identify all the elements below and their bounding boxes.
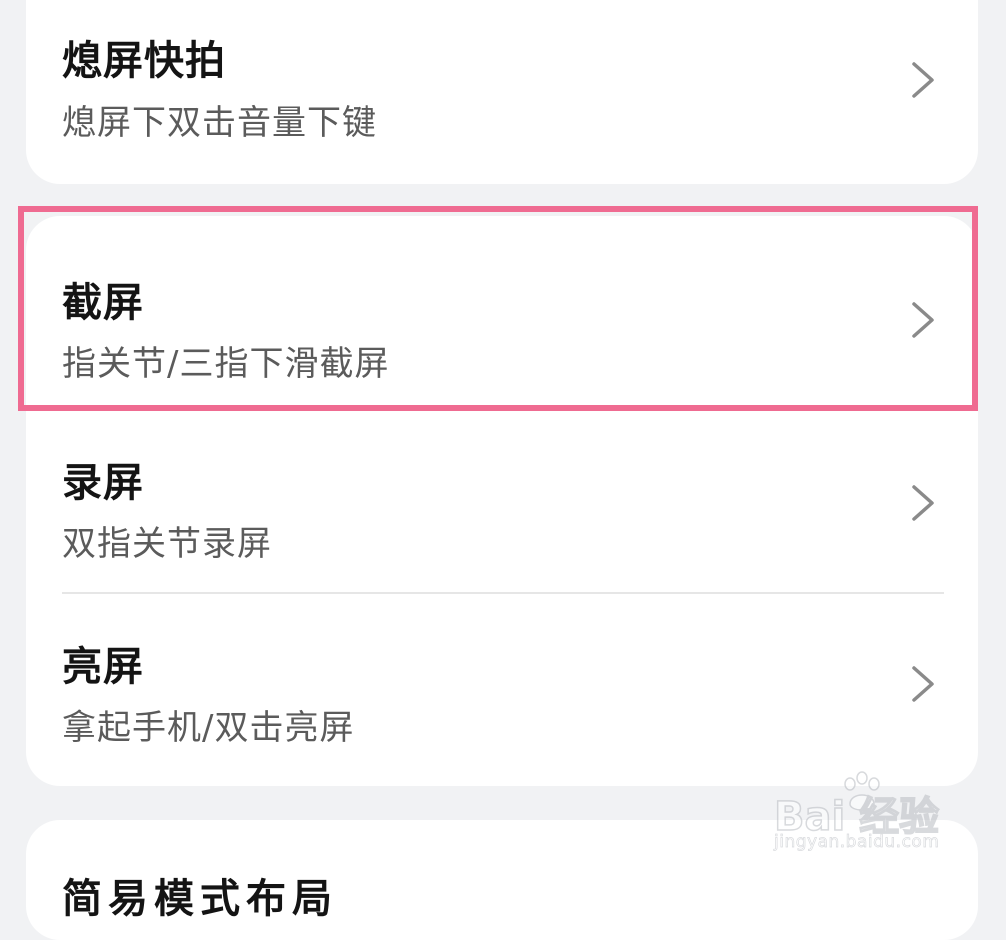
- setting-subtitle: 拿起手机/双击亮屏: [62, 708, 355, 748]
- watermark-url: jingyan.baidu.com: [774, 832, 940, 853]
- setting-subtitle: 熄屏下双击音量下键: [62, 103, 377, 143]
- chevron-right-icon: [912, 485, 934, 521]
- chevron-right-icon: [912, 666, 934, 702]
- chevron-right-icon: [912, 62, 934, 98]
- setting-subtitle: 指关节/三指下滑截屏: [62, 344, 390, 384]
- setting-title: 亮屏: [62, 644, 144, 690]
- setting-title: 熄屏快拍: [62, 38, 226, 84]
- setting-row-screen-off-snap[interactable]: 熄屏快拍 熄屏下双击音量下键: [26, 0, 978, 184]
- settings-card-gestures: 截屏 指关节/三指下滑截屏 录屏 双指关节录屏 亮屏 拿起手机/双击亮屏: [26, 216, 978, 786]
- chevron-right-icon: [912, 302, 934, 338]
- setting-row-wake-screen[interactable]: 亮屏 拿起手机/双击亮屏: [26, 594, 978, 786]
- setting-row-simple-mode-layout[interactable]: 简易模式布局: [62, 866, 338, 924]
- setting-subtitle: 双指关节录屏: [62, 524, 272, 564]
- baidu-jingyan-watermark: Bai 经验 jingyan.baidu.com: [773, 770, 964, 860]
- setting-title: 录屏: [62, 460, 144, 506]
- setting-row-screen-record[interactable]: 录屏 双指关节录屏: [26, 414, 978, 592]
- setting-title: 截屏: [62, 280, 144, 326]
- setting-row-screenshot[interactable]: 截屏 指关节/三指下滑截屏: [26, 216, 978, 414]
- settings-card-top: 熄屏快拍 熄屏下双击音量下键: [26, 0, 978, 184]
